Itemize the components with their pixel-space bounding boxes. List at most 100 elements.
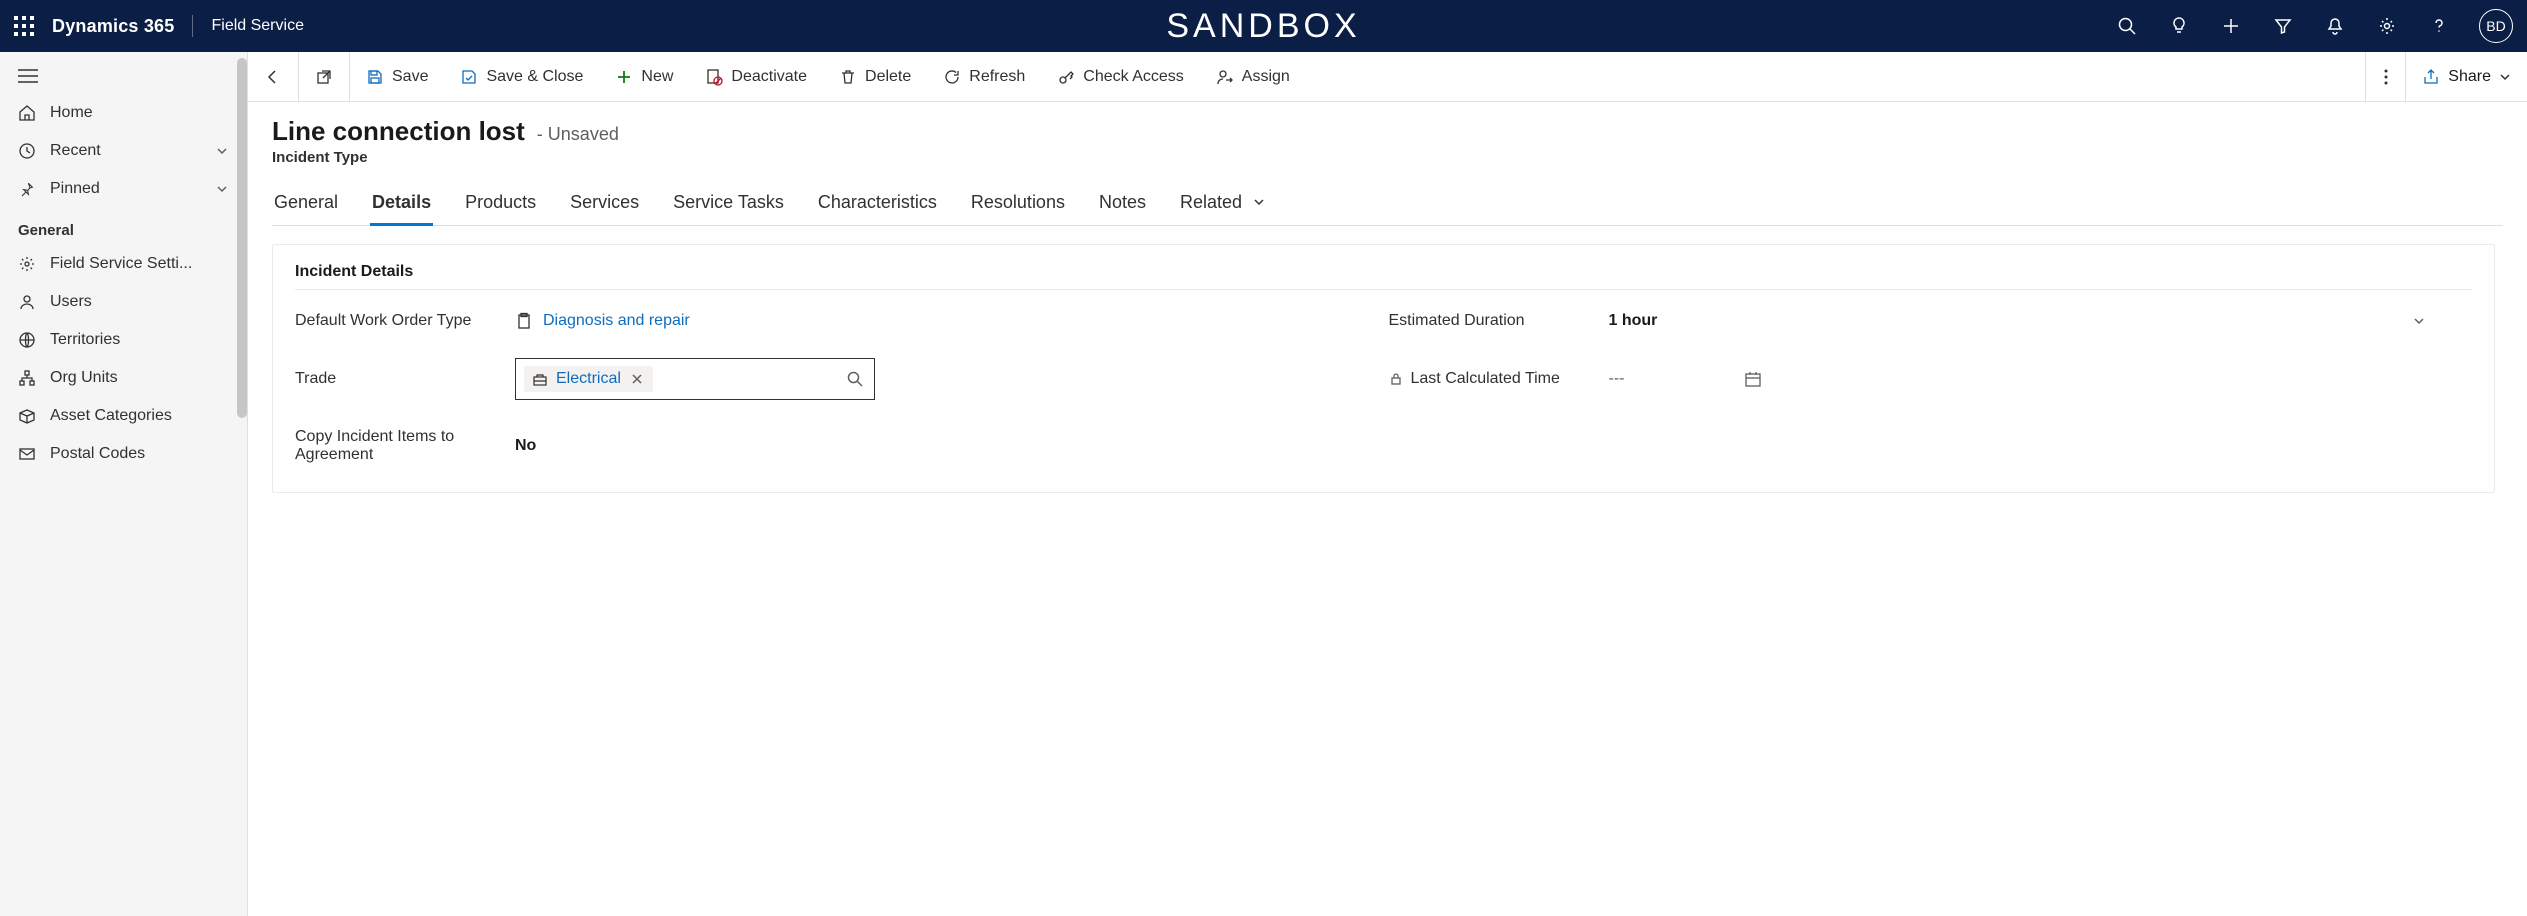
cmd-label: New	[641, 68, 673, 86]
tab-general[interactable]: General	[272, 184, 340, 225]
sidebar-item-postal-codes[interactable]: Postal Codes	[0, 435, 247, 473]
label-estimated-duration: Estimated Duration	[1389, 312, 1599, 330]
avatar[interactable]: BD	[2479, 9, 2513, 43]
sidebar-item-org-units[interactable]: Org Units	[0, 359, 247, 397]
calendar-icon[interactable]	[1744, 370, 1762, 388]
environment-label: SANDBOX	[1166, 7, 1360, 46]
gear-icon[interactable]	[2375, 14, 2399, 38]
clock-icon	[18, 142, 36, 160]
delete-button[interactable]: Delete	[823, 52, 927, 101]
field-default-work-order-type[interactable]: Diagnosis and repair	[515, 312, 1309, 330]
chevron-down-icon[interactable]	[2412, 314, 2472, 328]
header-right: BD	[2115, 9, 2513, 43]
page-title: Line connection lost	[272, 116, 525, 147]
gear-icon	[18, 255, 36, 273]
sidebar-item-users[interactable]: Users	[0, 283, 247, 321]
record-header: Line connection lost - Unsaved Incident …	[248, 102, 2527, 493]
pin-icon	[18, 180, 36, 198]
clear-lookup-button[interactable]	[629, 373, 645, 385]
search-icon[interactable]	[846, 370, 864, 388]
cmd-label: Assign	[1242, 68, 1290, 86]
sidebar-item-label: Pinned	[50, 180, 100, 198]
sidebar-scrollbar[interactable]	[237, 58, 247, 418]
save-and-close-button[interactable]: Save & Close	[444, 52, 599, 101]
globe-icon	[18, 331, 36, 349]
sidebar-item-label: Postal Codes	[50, 445, 145, 463]
app-name-label[interactable]: Field Service	[211, 17, 303, 35]
trash-icon	[839, 68, 857, 86]
save-button[interactable]: Save	[350, 52, 444, 101]
tab-services[interactable]: Services	[568, 184, 641, 225]
sidebar-item-label: Users	[50, 293, 92, 311]
chevron-down-icon	[1253, 196, 1265, 208]
field-copy-incident-items[interactable]: No	[515, 437, 1309, 455]
lightbulb-icon[interactable]	[2167, 14, 2191, 38]
cmd-label: Check Access	[1083, 68, 1183, 86]
share-button[interactable]: Share	[2405, 52, 2527, 101]
chevron-down-icon	[215, 182, 229, 196]
cmd-label: Save	[392, 68, 428, 86]
refresh-button[interactable]: Refresh	[927, 52, 1041, 101]
form-tabs: General Details Products Services Servic…	[272, 184, 2503, 226]
tab-service-tasks[interactable]: Service Tasks	[671, 184, 786, 225]
tab-resolutions[interactable]: Resolutions	[969, 184, 1067, 225]
incident-details-section: Incident Details Default Work Order Type…	[272, 244, 2495, 493]
sidebar-item-label: Field Service Setti...	[50, 255, 192, 273]
tab-notes[interactable]: Notes	[1097, 184, 1148, 225]
tab-related[interactable]: Related	[1178, 184, 1267, 225]
save-close-icon	[460, 68, 478, 86]
sidebar-item-label: Territories	[50, 331, 120, 349]
lookup-selected-pill[interactable]: Electrical	[524, 366, 653, 392]
tab-details[interactable]: Details	[370, 184, 433, 225]
brand-label: Dynamics 365	[52, 16, 174, 37]
plus-icon[interactable]	[2219, 14, 2243, 38]
label-trade: Trade	[295, 370, 505, 388]
sidebar-item-recent[interactable]: Recent	[0, 132, 247, 170]
sidebar-item-pinned[interactable]: Pinned	[0, 170, 247, 208]
sidebar-item-label: Asset Categories	[50, 407, 172, 425]
key-icon	[1057, 68, 1075, 86]
sidebar-item-home[interactable]: Home	[0, 94, 247, 132]
help-icon[interactable]	[2427, 14, 2451, 38]
save-icon	[366, 68, 384, 86]
lookup-value: Diagnosis and repair	[543, 312, 690, 330]
toolbox-icon	[532, 371, 548, 387]
chevron-down-icon	[215, 144, 229, 158]
command-overflow-button[interactable]	[2365, 52, 2405, 101]
field-estimated-duration[interactable]: 1 hour	[1609, 312, 2403, 330]
home-icon	[18, 104, 36, 122]
sidebar-item-label: Recent	[50, 142, 101, 160]
sidebar-item-territories[interactable]: Territories	[0, 321, 247, 359]
open-in-new-window-button[interactable]	[299, 52, 349, 101]
check-access-button[interactable]: Check Access	[1041, 52, 1199, 101]
tab-products[interactable]: Products	[463, 184, 538, 225]
sidebar: Home Recent Pinned General Field Service…	[0, 52, 248, 916]
sidebar-item-field-service-settings[interactable]: Field Service Setti...	[0, 245, 247, 283]
search-icon[interactable]	[2115, 14, 2139, 38]
refresh-icon	[943, 68, 961, 86]
sidebar-toggle[interactable]	[0, 58, 247, 94]
app-launcher-icon[interactable]	[14, 16, 34, 36]
sidebar-item-asset-categories[interactable]: Asset Categories	[0, 397, 247, 435]
assign-button[interactable]: Assign	[1200, 52, 1306, 101]
chevron-down-icon	[2499, 71, 2511, 83]
person-icon	[18, 293, 36, 311]
global-header: Dynamics 365 Field Service SANDBOX BD	[0, 0, 2527, 52]
bell-icon[interactable]	[2323, 14, 2347, 38]
record-state-suffix: - Unsaved	[537, 124, 619, 145]
tab-characteristics[interactable]: Characteristics	[816, 184, 939, 225]
new-button[interactable]: New	[599, 52, 689, 101]
cmd-label: Deactivate	[731, 68, 807, 86]
lookup-value: Electrical	[556, 370, 621, 388]
label-copy-incident-items: Copy Incident Items to Agreement	[295, 428, 505, 464]
back-button[interactable]	[248, 52, 298, 101]
field-trade-lookup[interactable]: Electrical	[515, 358, 875, 400]
sidebar-section-general: General	[0, 208, 247, 245]
hierarchy-icon	[18, 369, 36, 387]
filter-icon[interactable]	[2271, 14, 2295, 38]
deactivate-button[interactable]: Deactivate	[689, 52, 823, 101]
box-icon	[18, 407, 36, 425]
tab-label: Related	[1180, 192, 1242, 212]
header-left: Dynamics 365 Field Service	[14, 15, 304, 37]
main-content: Save Save & Close New Deactivate Delete	[248, 52, 2527, 916]
